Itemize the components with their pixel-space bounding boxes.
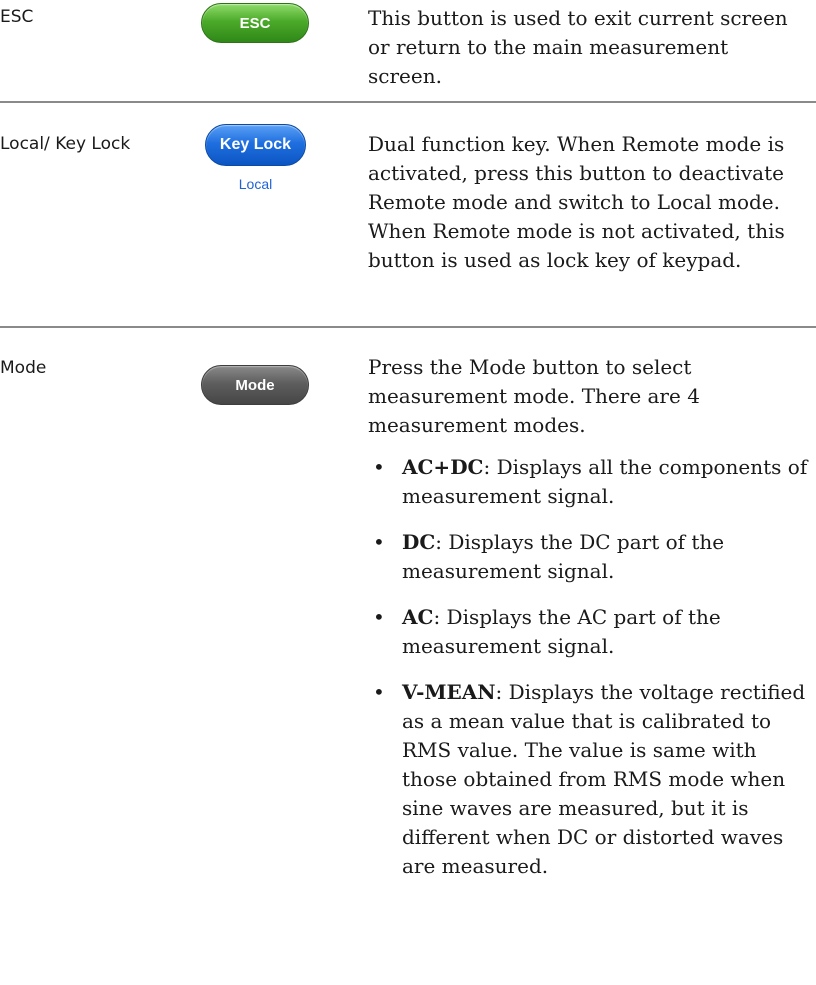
- list-item: • AC+DC: Displays all the components of …: [372, 453, 808, 511]
- bullet-icon: •: [373, 455, 385, 479]
- key-name-mode: Mode: [0, 358, 47, 378]
- key-name-esc: ESC: [0, 7, 34, 27]
- bullet-icon: •: [373, 530, 385, 554]
- mode-term: V-MEAN: [402, 680, 496, 704]
- bullet-icon: •: [373, 605, 385, 629]
- list-item: • DC: Displays the DC part of the measur…: [372, 528, 808, 586]
- mode-list: • AC+DC: Displays all the components of …: [372, 453, 808, 898]
- mode-description: Press the Mode button to select measurem…: [368, 355, 700, 437]
- mode-term: AC+DC: [402, 455, 484, 479]
- local-key-sublabel: Local: [238, 176, 273, 192]
- mode-term: AC: [402, 605, 434, 629]
- bullet-icon: •: [373, 680, 385, 704]
- key-lock-description: Dual function key. When Remote mode is a…: [368, 132, 785, 272]
- mode-text: : Displays the DC part of the measuremen…: [402, 530, 725, 583]
- esc-row: ESC ESC This button is used to exit curr…: [0, 0, 816, 101]
- key-lock-row: Local/ Key Lock Key Lock Local Dual func…: [0, 103, 816, 326]
- list-item: • V-MEAN: Displays the voltage rectified…: [372, 678, 808, 881]
- key-name-local-key-lock: Local/ Key Lock: [0, 134, 131, 154]
- mode-term: DC: [402, 530, 436, 554]
- esc-description: This button is used to exit current scre…: [368, 6, 788, 88]
- key-lock-key-icon: Key Lock: [205, 124, 306, 166]
- mode-row: Mode Mode Press the Mode button to selec…: [0, 328, 816, 985]
- list-item: • AC: Displays the AC part of the measur…: [372, 603, 808, 661]
- esc-key-icon: ESC: [201, 3, 309, 43]
- mode-key-icon: Mode: [201, 365, 309, 405]
- mode-text: : Displays the voltage rectified as a me…: [402, 680, 806, 878]
- mode-text: : Displays the AC part of the measuremen…: [402, 605, 721, 658]
